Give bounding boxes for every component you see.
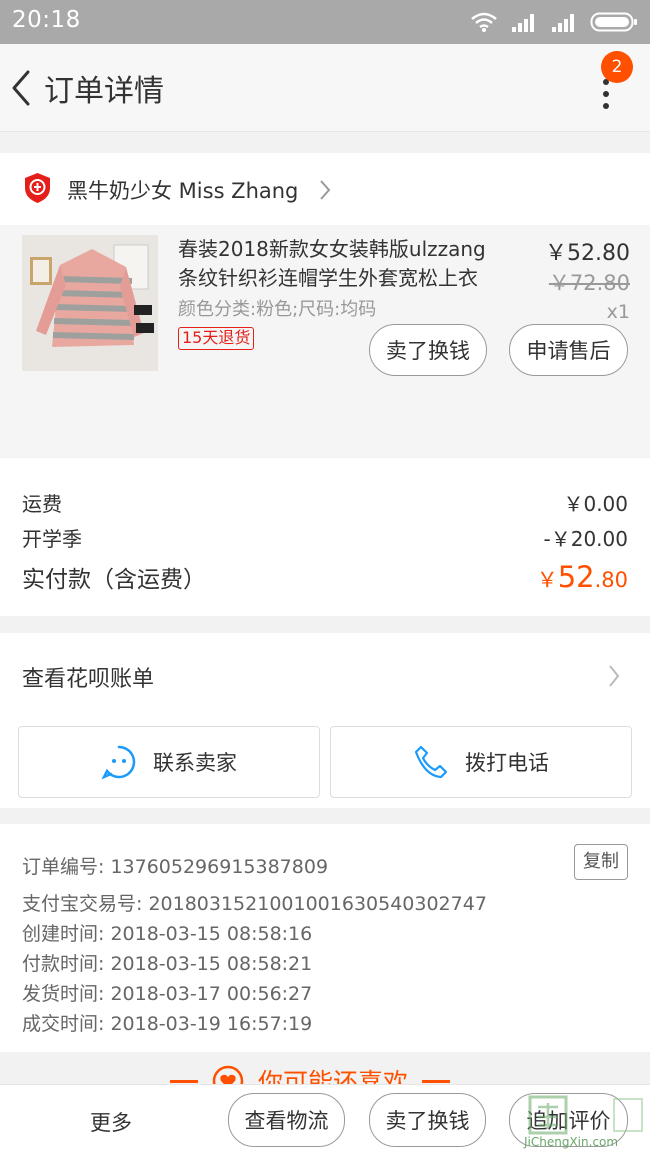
huabei-card: 查看花呗账单 联系卖家 拨打电话 xyxy=(0,633,650,808)
phone-icon xyxy=(414,745,448,779)
return-policy-tag: 15天退货 xyxy=(178,327,255,350)
divider-line xyxy=(170,1079,198,1083)
item-original-price: ￥72.80 xyxy=(548,271,630,295)
alipay-trade-number: 支付宝交易号: 2018031521001001630540302747 xyxy=(22,893,487,915)
paid-decimal: .80 xyxy=(594,568,628,592)
closed-time: 成交时间: 2018-03-19 16:57:19 xyxy=(22,1013,313,1035)
divider-line xyxy=(422,1079,451,1083)
status-time: 20:18 xyxy=(12,7,81,33)
order-number: 订单编号: 137605296915387809 xyxy=(22,856,329,878)
discount-row: 开学季 -￥20.00 xyxy=(22,523,628,552)
recommend-header: 你可能还喜欢 xyxy=(0,1052,650,1084)
product-image xyxy=(22,235,158,371)
shipping-label: 运费 xyxy=(22,492,62,516)
shop-name: 黑牛奶少女 Miss Zhang xyxy=(67,179,299,203)
item-title-line1: 春装2018新款女女装韩版ulzzang xyxy=(178,237,486,261)
more-button[interactable]: 更多 xyxy=(90,1107,132,1137)
paid-integer: 52 xyxy=(557,560,595,594)
item-row[interactable]: 春装2018新款女女装韩版ulzzang 条纹针织衫连帽学生外套宽松上衣 颜色分… xyxy=(0,225,650,457)
status-icons xyxy=(470,10,638,34)
paid-label: 实付款（含运费） xyxy=(22,567,206,593)
contact-seller-label: 联系卖家 xyxy=(153,751,237,775)
signal-icon-2 xyxy=(552,14,574,32)
signal-icon xyxy=(512,14,534,32)
product-thumbnail[interactable] xyxy=(22,235,158,371)
paid-amount: ￥52.80 xyxy=(537,560,628,594)
recommend-inner: 你可能还喜欢 xyxy=(170,1063,451,1084)
sell-exchange-button[interactable]: 卖了换钱 xyxy=(369,324,487,376)
shop-badge-icon xyxy=(25,173,50,203)
notification-badge: 2 xyxy=(601,51,633,83)
discount-label: 开学季 xyxy=(22,527,82,551)
bottom-action-bar: 更多 查看物流 卖了换钱 追加评价 JiChengXin.com xyxy=(0,1084,650,1155)
discount-value: -￥20.00 xyxy=(543,527,628,551)
status-bar: 20:18 xyxy=(0,0,650,44)
shipped-time: 发货时间: 2018-03-17 00:56:27 xyxy=(22,983,313,1005)
battery-icon xyxy=(590,12,637,32)
paid-time: 付款时间: 2018-03-15 08:58:21 xyxy=(22,953,313,975)
chevron-right-icon xyxy=(609,665,620,687)
chat-icon xyxy=(101,745,136,780)
item-title: 春装2018新款女女装韩版ulzzang 条纹针织衫连帽学生外套宽松上衣 xyxy=(178,235,518,293)
shipping-value: ￥0.00 xyxy=(563,492,628,516)
shop-row[interactable]: 黑牛奶少女 Miss Zhang xyxy=(0,153,650,225)
recommend-label: 你可能还喜欢 xyxy=(258,1068,409,1084)
watermark-text: JiChengXin.com xyxy=(524,1135,619,1149)
view-logistics-button[interactable]: 查看物流 xyxy=(228,1093,345,1147)
shipping-row: 运费 ￥0.00 xyxy=(22,488,628,517)
back-arrow-icon[interactable] xyxy=(8,66,38,110)
sell-exchange-bottom-button[interactable]: 卖了换钱 xyxy=(369,1093,486,1147)
after-sale-button[interactable]: 申请售后 xyxy=(509,324,628,376)
created-time: 创建时间: 2018-03-15 08:58:16 xyxy=(22,923,313,945)
item-price: ￥52.80 xyxy=(545,241,630,266)
huabei-bill-link[interactable]: 查看花呗账单 xyxy=(22,661,154,693)
item-quantity: x1 xyxy=(606,301,630,323)
fees-card: 运费 ￥0.00 开学季 -￥20.00 实付款（含运费） ￥52.80 xyxy=(0,458,650,616)
call-phone-label: 拨打电话 xyxy=(465,751,549,775)
paid-currency: ￥ xyxy=(536,568,558,592)
chevron-right-icon xyxy=(320,180,331,200)
navbar: 订单详情 2 xyxy=(0,44,650,132)
heart-icon xyxy=(212,1065,244,1084)
paid-row: 实付款（含运费） ￥52.80 xyxy=(22,560,628,594)
call-phone-button[interactable]: 拨打电话 xyxy=(330,726,632,798)
copy-button[interactable]: 复制 xyxy=(574,844,628,880)
page-title: 订单详情 xyxy=(44,74,164,109)
order-info-card: 订单编号: 137605296915387809 复制 支付宝交易号: 2018… xyxy=(0,824,650,1052)
item-title-line2: 条纹针织衫连帽学生外套宽松上衣 xyxy=(178,266,478,290)
order-item-card: 黑牛奶少女 Miss Zhang 春装2018新款女女装韩版ulzzang 条纹… xyxy=(0,153,650,457)
item-spec: 颜色分类:粉色;尺码:均码 xyxy=(178,299,377,320)
contact-seller-button[interactable]: 联系卖家 xyxy=(18,726,320,798)
wifi-icon xyxy=(471,12,497,32)
